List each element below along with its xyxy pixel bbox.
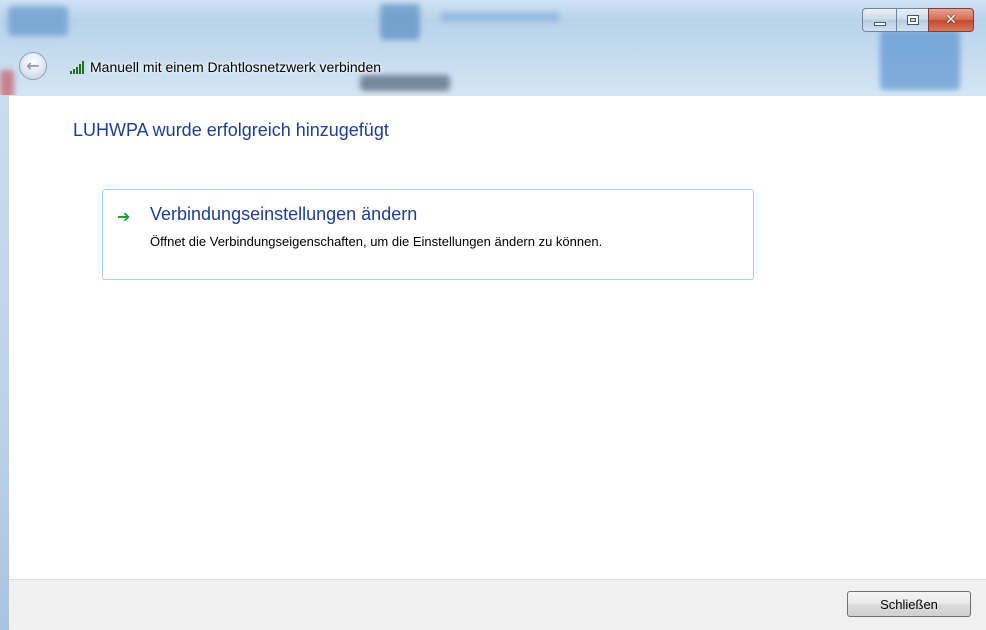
task-link-title: Verbindungseinstellungen ändern: [150, 204, 418, 224]
maximize-button[interactable]: [896, 8, 928, 32]
close-button[interactable]: Schließen: [847, 591, 971, 617]
back-arrow-icon: ←: [26, 55, 40, 75]
glass-blur: [380, 4, 420, 40]
change-connection-settings-link[interactable]: ➔ Verbindungseinstellungen ändern Öffnet…: [102, 189, 754, 280]
glass-blur: [440, 12, 560, 22]
glass-blur: [8, 6, 68, 36]
green-arrow-icon: ➔: [117, 207, 131, 226]
dialog-window: ✕ ← Manuell mit einem Drahtlosnetzwerk v…: [0, 0, 986, 630]
close-window-button[interactable]: ✕: [928, 8, 974, 32]
wizard-title: Manuell mit einem Drahtlosnetzwerk verbi…: [90, 59, 382, 75]
minimize-button[interactable]: [862, 8, 896, 32]
back-button[interactable]: ←: [19, 52, 47, 80]
minimize-icon: [873, 22, 886, 26]
glass-blur: [880, 30, 960, 90]
page-title: LUHWPA wurde erfolgreich hinzugefügt: [73, 120, 389, 140]
maximize-icon: [906, 15, 919, 25]
window-controls: ✕: [862, 8, 974, 32]
wizard-footer: Schließen: [9, 579, 986, 630]
wizard-header: Manuell mit einem Drahtlosnetzwerk verbi…: [70, 56, 381, 78]
close-icon: ✕: [945, 12, 957, 28]
window-frame-left: [0, 95, 9, 630]
wireless-signal-icon: [70, 60, 84, 74]
wizard-content: LUHWPA wurde erfolgreich hinzugefügt ➔ V…: [9, 95, 986, 580]
task-link-description: Öffnet die Verbindungseigenschaften, um …: [150, 234, 603, 249]
